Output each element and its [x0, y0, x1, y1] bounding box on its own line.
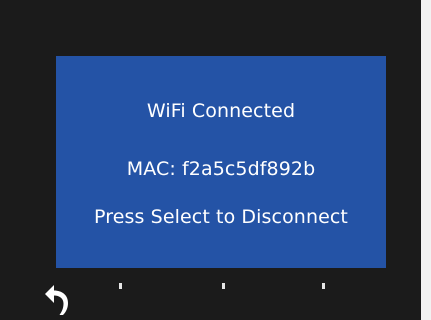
device-screen: WiFi Connected MAC: f2a5c5df892b Press S… [0, 0, 421, 320]
softkey-indicator-2 [222, 283, 225, 289]
softkey-indicator-1 [119, 283, 122, 289]
dialog-panel: WiFi Connected MAC: f2a5c5df892b Press S… [56, 56, 386, 268]
wifi-status-text: WiFi Connected [146, 100, 296, 122]
back-arrow-icon[interactable] [38, 282, 74, 316]
mac-address-text: MAC: f2a5c5df892b [126, 158, 316, 180]
disconnect-instruction-text: Press Select to Disconnect [94, 206, 348, 228]
right-edge [421, 0, 431, 320]
softkey-indicator-3 [322, 283, 325, 289]
